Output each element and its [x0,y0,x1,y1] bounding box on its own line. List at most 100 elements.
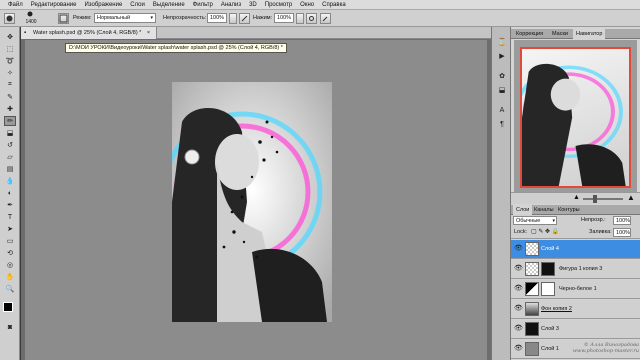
eye-icon[interactable]: 👁 [514,285,523,293]
eye-icon[interactable]: 👁 [514,265,523,273]
lock-icons[interactable]: ▢ ✎ ✥ 🔒 [531,227,559,238]
tab-channels[interactable]: Каналы [531,205,557,215]
3d-rotate-tool[interactable]: ⟲ [4,248,16,258]
eyedropper-tool[interactable]: ✎ [4,92,16,102]
menu-view[interactable]: Просмотр [261,2,296,8]
eye-icon[interactable]: 👁 [514,245,523,253]
character-panel-button[interactable]: A [496,105,508,115]
document-tab-title: Water splash.psd @ 25% (Слой 4, RGB/8) * [33,30,142,36]
layer-row[interactable]: 👁 Слой 3 [511,320,640,339]
adjustment-thumbnail [525,282,539,296]
menu-analysis[interactable]: Анализ [217,2,245,8]
pressure-input[interactable]: 100% [274,13,294,23]
menu-image[interactable]: Изображение [80,2,126,8]
gradient-tool[interactable]: ▤ [4,164,16,174]
crop-tool[interactable]: ⌗ [4,80,16,90]
layer-row[interactable]: 👁 Слой 4 [511,240,640,259]
shape-tool[interactable]: ▭ [4,236,16,246]
blend-mode-select[interactable]: Обычные ▾ [513,216,557,225]
marquee-tool[interactable]: ⬚ [4,44,16,54]
blur-icon: 💧 [5,178,15,185]
menu-help[interactable]: Справка [318,2,350,8]
menu-file[interactable]: Файл [4,2,27,8]
tab-layers[interactable]: Слои [513,205,533,215]
mode-label: Режим: [73,15,92,21]
menu-3d[interactable]: 3D [245,2,261,8]
pressure-label: Нажим: [253,15,273,21]
lasso-tool[interactable]: ➰ [4,56,16,66]
brush-tool[interactable]: ✏ [4,116,16,126]
eraser-tool[interactable]: ▱ [4,152,16,162]
eye-icon[interactable]: 👁 [514,345,523,353]
zoom-in-icon[interactable]: ▲ [627,193,635,202]
pen-tool[interactable]: ✒ [4,200,16,210]
brushes-panel-button[interactable]: ✿ [496,71,508,81]
tablet-pressure-button[interactable] [320,13,331,24]
path-select-tool[interactable]: ➤ [4,224,16,234]
paragraph-icon: ¶ [500,120,504,128]
canvas-image[interactable] [172,82,332,322]
paragraph-panel-button[interactable]: ¶ [496,119,508,129]
menu-layers[interactable]: Слои [126,2,149,8]
zoom-slider[interactable] [583,198,623,200]
tab-masks[interactable]: Маски [549,29,571,39]
foreground-color-swatch[interactable] [3,302,13,312]
navigator-thumbnail[interactable] [520,47,631,188]
opacity-pressure-button[interactable] [239,13,250,24]
mode-select[interactable]: Нормальный ▾ [94,13,156,23]
arrow-icon: ➤ [7,226,13,233]
menu-bar: Файл Редактирование Изображение Слои Выд… [0,0,640,10]
menu-window[interactable]: Окно [296,2,318,8]
tablet-icon [322,16,328,22]
actions-panel-button[interactable]: ▶ [496,51,508,61]
opacity-dropdown[interactable] [229,13,237,24]
document-tab[interactable]: ▪ Water splash.psd @ 25% (Слой 4, RGB/8)… [21,27,158,39]
layer-opacity-input[interactable]: 100% [613,216,631,225]
close-icon[interactable]: × [147,30,150,36]
3d-rotate-icon: ⟲ [7,250,13,257]
bandage-icon: ✚ [7,106,13,113]
clone-stamp-tool[interactable]: ⬓ [4,128,16,138]
tab-adjustments[interactable]: Коррекция [513,29,546,39]
layer-row[interactable]: 👁 Черно-белое 1 [511,280,640,299]
clone-source-panel-button[interactable]: ⬓ [496,85,508,95]
history-icon: ⌛ [497,39,507,46]
quick-mask-button[interactable]: ◙ [4,322,16,332]
healing-tool[interactable]: ✚ [4,104,16,114]
history-panel-button[interactable]: ⌛ [496,37,508,47]
tab-navigator[interactable]: Навигатор [573,29,606,39]
zoom-slider-handle[interactable] [593,195,597,203]
airbrush-button[interactable] [306,13,317,24]
pressure-dropdown[interactable] [296,13,304,24]
mode-value: Нормальный [97,15,131,21]
lasso-icon: ➰ [5,58,15,65]
layer-row[interactable]: 👁 Фон копия 2 [511,300,640,319]
fill-input[interactable]: 100% [613,228,631,237]
menu-edit[interactable]: Редактирование [27,2,81,8]
blur-tool[interactable]: 💧 [4,176,16,186]
type-tool[interactable]: T [4,212,16,222]
opacity-value: 100% [210,15,225,21]
dodge-tool[interactable]: ◐ [4,188,16,198]
zoom-out-icon[interactable]: ▲ [573,194,580,201]
zoom-tool[interactable]: 🔍 [4,284,16,294]
pen-icon: ✒ [7,202,13,209]
layer-thumbnail [525,302,539,316]
move-tool[interactable]: ✥ [4,32,16,42]
chevron-down-icon: ▾ [552,218,555,224]
tab-paths[interactable]: Контуры [555,205,583,215]
quick-select-tool[interactable]: ✧ [4,68,16,78]
pressure-icon [241,15,248,22]
tool-preset-button[interactable] [4,13,15,24]
menu-filter[interactable]: Фильтр [189,2,217,8]
menu-select[interactable]: Выделение [149,2,189,8]
opacity-input[interactable]: 100% [207,13,227,23]
layer-row[interactable]: 👁 Фигура 1 копия 3 [511,260,640,279]
brush-panel-toggle[interactable] [58,13,69,24]
eye-icon[interactable]: 👁 [514,305,523,313]
eye-icon[interactable]: 👁 [514,325,523,333]
history-brush-tool[interactable]: ↺ [4,140,16,150]
fill-value: 100% [616,230,631,236]
3d-camera-tool[interactable]: ◎ [4,260,16,270]
hand-tool[interactable]: ✋ [4,272,16,282]
